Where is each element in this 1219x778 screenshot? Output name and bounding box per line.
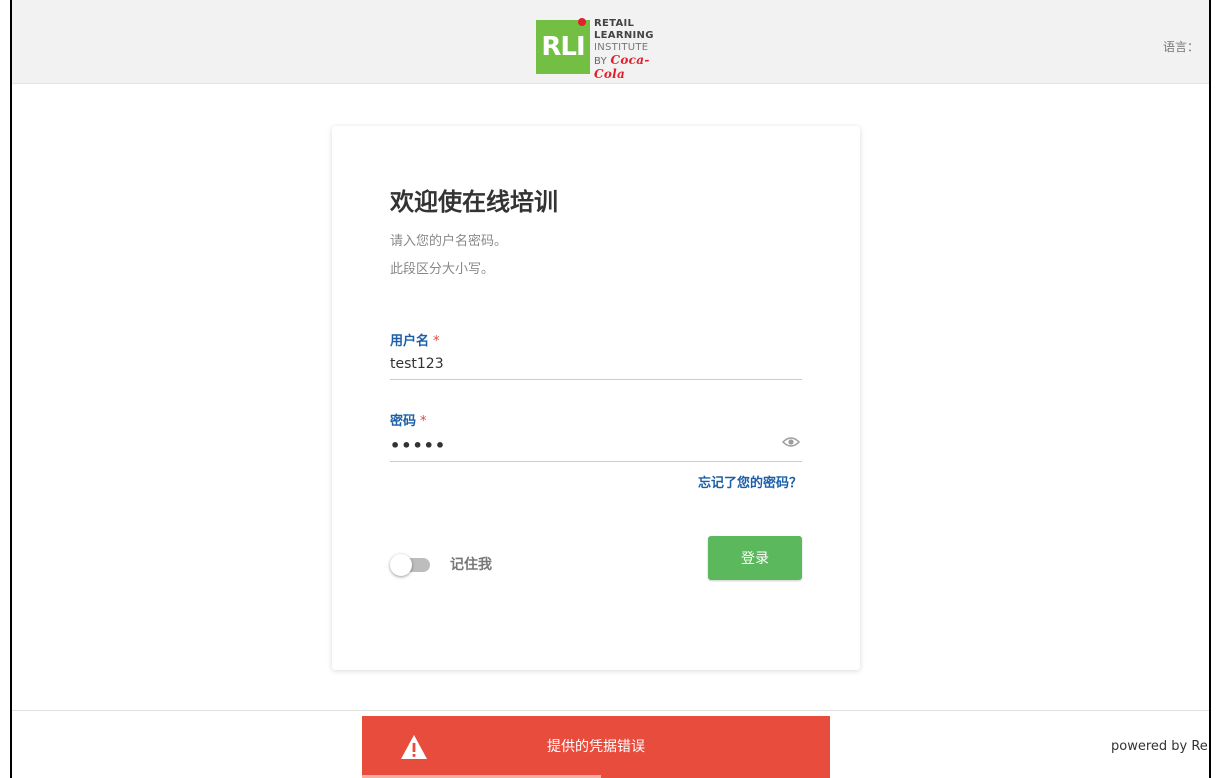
subtitle-line-2: 此段区分大小写。 [390,262,495,277]
logo-dot [578,18,586,26]
browser-viewport: RLI RETAIL LEARNING INSTITUTE BY Coca-Co… [10,0,1211,778]
page-title: 欢迎使在线培训 [390,188,558,216]
toggle-knob [390,554,412,576]
top-bar: RLI RETAIL LEARNING INSTITUTE BY Coca-Co… [12,0,1209,84]
logo-line-learning: LEARNING [594,30,654,41]
username-label: 用户名 * [390,330,440,349]
logo-line-retail: RETAIL [594,18,635,29]
logo-text: RETAIL LEARNING INSTITUTE BY Coca-Cola [594,18,674,82]
login-button[interactable]: 登录 [708,536,802,580]
powered-by-text: powered by Re [1111,739,1208,754]
password-label: 密码 * [390,410,427,429]
logo-line-by: BY Coca-Cola [594,54,674,82]
password-label-text: 密码 [390,414,417,429]
rli-logo[interactable]: RLI RETAIL LEARNING INSTITUTE BY Coca-Co… [536,16,666,80]
password-field[interactable] [390,430,802,462]
remember-me-toggle[interactable] [390,554,434,576]
logo-by-text: BY [594,56,608,67]
show-password-eye-icon[interactable] [781,434,801,450]
logo-mark: RLI [536,20,590,74]
forgot-password-link[interactable]: 忘记了您的密码？ [698,472,802,491]
login-card: 欢迎使在线培训 请入您的户名密码。 此段区分大小写。 用户名* 密码* 忘记了您… [332,126,860,670]
toast-message: 提供的凭据错误 [547,739,645,755]
username-label-text: 用户名 [390,334,430,349]
remember-me-label[interactable]: 记住我 [450,554,492,574]
subtitle-line-1: 请入您的户名密码。 [390,234,508,249]
required-mark: * [433,334,440,349]
required-mark: * [420,414,427,429]
username-field[interactable] [390,348,802,380]
language-selector[interactable]: 语言： [1163,38,1199,55]
error-toast[interactable]: 提供的凭据错误 [362,716,830,778]
